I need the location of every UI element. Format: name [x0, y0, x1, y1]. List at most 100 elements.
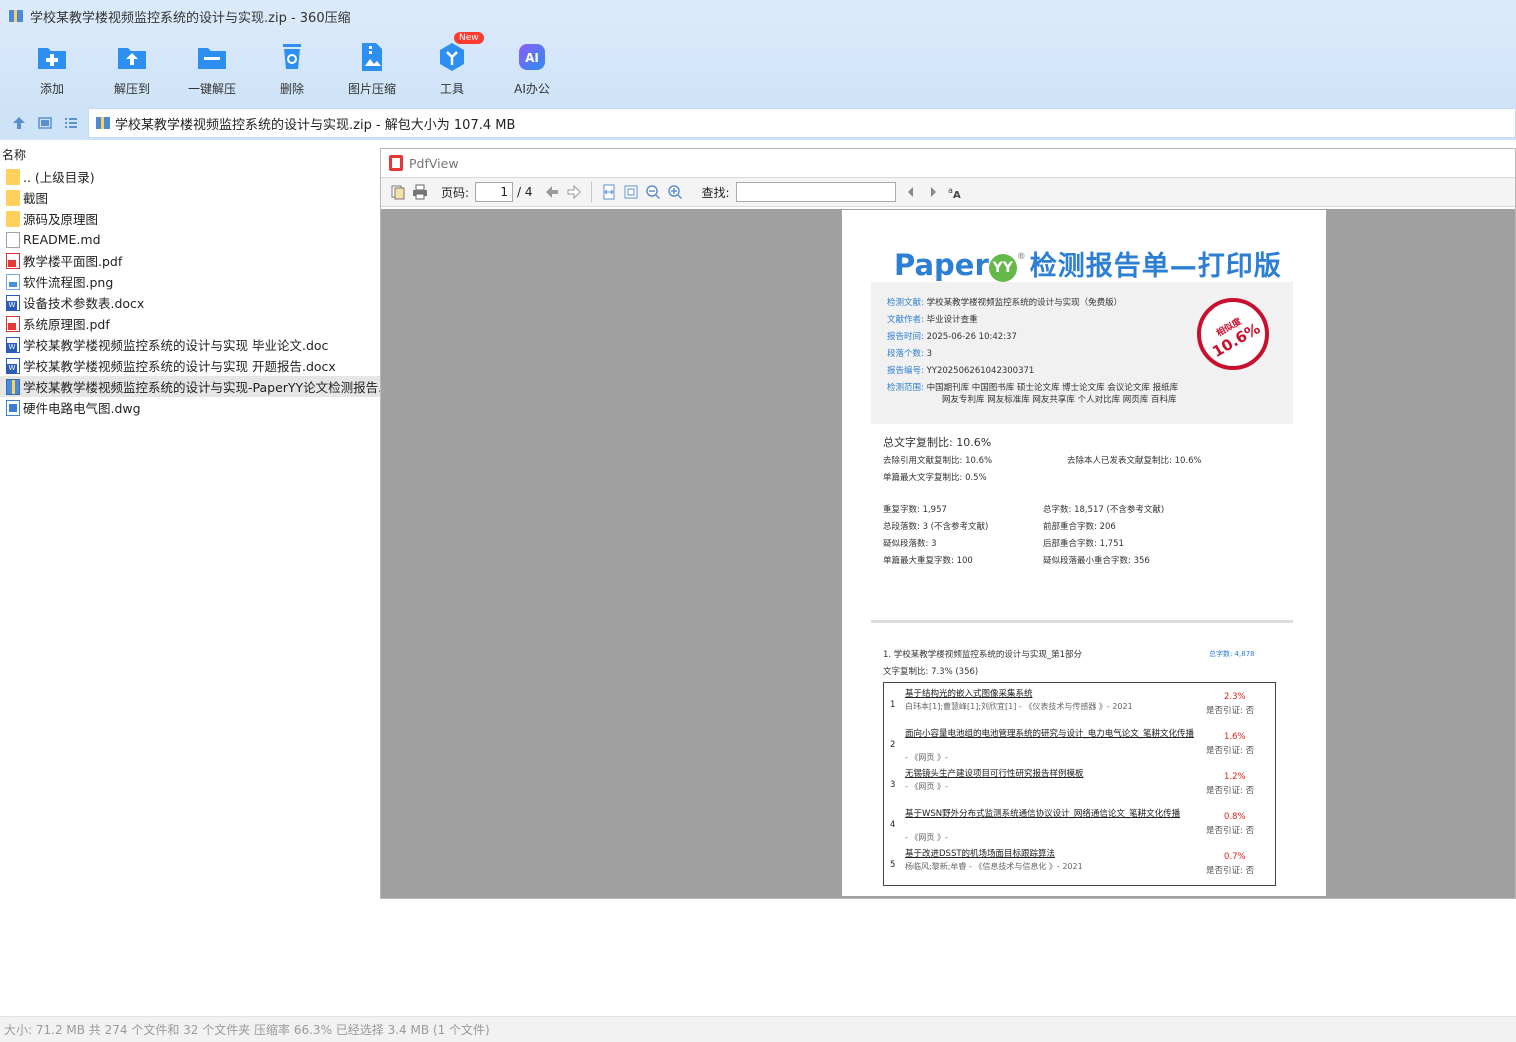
find-input[interactable] — [735, 182, 896, 202]
page-number-input[interactable]: 1 — [475, 182, 514, 202]
list-item[interactable]: 教学楼平面图.pdf — [0, 250, 380, 271]
similarity-seal: 相似度 10.6% — [1197, 298, 1269, 370]
cad-file-icon — [6, 399, 20, 416]
source-cite: 是否引证: 否 — [1206, 746, 1255, 756]
source-meta: - 《网页 》- — [905, 782, 948, 791]
report-info-box: 检测文献: 学校某教学楼视频监控系统的设计与实现（免费版） 文献作者: 毕业设计… — [871, 282, 1293, 424]
fit-width-icon[interactable] — [598, 181, 620, 203]
delete-button[interactable]: 删除 — [252, 36, 332, 98]
match-case-icon[interactable]: aA — [944, 181, 966, 203]
window-title: 学校某教学楼视频监控系统的设计与实现.zip - 360压缩 — [30, 10, 351, 26]
top-area: 学校某教学楼视频监控系统的设计与实现.zip - 360压缩 添加 解压到 一键… — [0, 0, 1516, 106]
folder-icon — [6, 189, 20, 206]
stat-right: 后部重合字数: 1,751 — [1043, 539, 1124, 549]
extract-to-button[interactable]: 解压到 — [92, 36, 172, 98]
source-number: 1 — [890, 700, 896, 710]
find-next-icon[interactable] — [922, 181, 944, 203]
stat-left: 疑似段落数: 3 — [883, 539, 937, 549]
info-key: 检测文献: — [887, 298, 924, 308]
source-title: 基于改进DSST的机场场面目标跟踪算法 — [905, 849, 1056, 859]
extract-to-icon — [115, 40, 149, 74]
info-range-line2: 网友专利库 网友标准库 网友共享库 个人对比库 网页库 百科库 — [942, 395, 1177, 405]
zoom-in-icon[interactable] — [664, 181, 686, 203]
ratio-max-single: 单篇最大文字复制比: 0.5% — [883, 473, 987, 483]
list-item[interactable]: README.md — [0, 229, 380, 250]
info-value: 中国期刊库 中国图书库 硕士论文库 博士论文库 会议论文库 报纸库 — [926, 383, 1179, 393]
source-item: 2 面向小容量电池组的电池管理系统的研究与设计_电力电气论文_笔耕文化传播 - … — [884, 726, 1277, 766]
ratio-excl-self: 去除本人已发表文献复制比: 10.6% — [1067, 456, 1202, 466]
info-key: 报告编号: — [887, 366, 924, 376]
info-value: 3 — [926, 349, 932, 359]
info-value: 学校某教学楼视频监控系统的设计与实现（免费版） — [926, 298, 1123, 308]
source-item: 4 基于WSN野外分布式监测系统通信协议设计_网络通信论文_笔耕文化传播 - 《… — [884, 806, 1277, 846]
name-column-header[interactable]: 名称 — [0, 144, 380, 166]
pdf-app-icon — [389, 155, 403, 171]
list-item[interactable]: 软件流程图.png — [0, 271, 380, 292]
next-page-icon[interactable] — [563, 181, 585, 203]
stat-right: 疑似段落最小重合字数: 356 — [1043, 556, 1150, 566]
add-button[interactable]: 添加 — [12, 36, 92, 98]
total-copy-ratio: 总文字复制比: 10.6% — [883, 436, 992, 449]
info-key: 文献作者: — [887, 315, 924, 325]
section-title: 1. 学校某教学楼视频监控系统的设计与实现_第1部分 — [883, 650, 1082, 660]
word-file-icon — [6, 294, 20, 311]
image-compress-label: 图片压缩 — [347, 82, 396, 96]
zip-archive-icon — [95, 115, 111, 131]
tools-label: 工具 — [439, 82, 464, 96]
up-level-icon[interactable] — [6, 110, 32, 136]
tools-button[interactable]: 工具 — [412, 36, 492, 98]
zoom-out-icon[interactable] — [642, 181, 664, 203]
similar-sources-box: 1 基于结构光的嵌入式图像采集系统 白玮本[1];曹慧峰[1];刘欣宜[1] -… — [883, 682, 1276, 886]
pdf-toolbar: 页码: 1 / 4 查找: aA — [381, 177, 1515, 207]
file-name: 源码及原理图 — [23, 212, 99, 227]
pdf-page: Paper YY® 检测报告单—打印版 检测文献: 学校某教学楼视频监控系统的设计与… — [842, 210, 1326, 896]
info-value: 毕业设计查重 — [926, 315, 978, 325]
logo-text: Paper — [894, 248, 989, 282]
pdf-page-area[interactable]: Paper YY® 检测报告单—打印版 检测文献: 学校某教学楼视频监控系统的设计与… — [381, 209, 1515, 898]
info-row: 检测文献: 学校某教学楼视频监控系统的设计与实现（免费版） — [887, 296, 1122, 308]
document-icon — [6, 231, 20, 248]
section-divider — [871, 620, 1293, 623]
list-item[interactable]: 学校某教学楼视频监控系统的设计与实现 开题报告.docx — [0, 355, 380, 376]
list-item[interactable]: 设备技术参数表.docx — [0, 292, 380, 313]
list-item-selected[interactable]: 学校某教学楼视频监控系统的设计与实现-PaperYY论文检测报告.zip — [0, 376, 380, 397]
ratio-excl-cite: 去除引用文献复制比: 10.6% — [883, 456, 993, 466]
source-title: 基于结构光的嵌入式图像采集系统 — [905, 689, 1033, 699]
toolbar: 添加 解压到 一键解压 删除 图片压缩 工具 AI AI办公 — [12, 36, 572, 102]
file-name: 系统原理图.pdf — [23, 317, 110, 332]
image-compress-button[interactable]: 图片压缩 — [332, 36, 412, 98]
find-previous-icon[interactable] — [900, 181, 922, 203]
list-item[interactable]: 硬件电路电气图.dwg — [0, 397, 380, 418]
logo-mark: YY — [988, 254, 1017, 282]
info-row: 报告编号: YY202506261042300371 — [887, 364, 1034, 376]
source-percent: 0.7% — [1224, 852, 1246, 862]
toolbar-separator — [590, 182, 592, 202]
copy-icon[interactable] — [387, 181, 409, 203]
info-row: 文献作者: 毕业设计查重 — [887, 313, 978, 325]
list-item[interactable]: 截图 — [0, 187, 380, 208]
source-percent: 0.8% — [1224, 812, 1246, 822]
title-bar: 学校某教学楼视频监控系统的设计与实现.zip - 360压缩 — [0, 0, 1516, 32]
pdfview-title-bar: PdfView — [381, 149, 1515, 177]
info-key: 段落个数: — [887, 349, 924, 359]
thumbnail-view-icon[interactable] — [32, 110, 58, 136]
list-item[interactable]: 学校某教学楼视频监控系统的设计与实现 毕业论文.doc — [0, 334, 380, 355]
ai-office-label: AI办公 — [514, 82, 550, 96]
source-meta: - 《网页 》- — [905, 753, 948, 762]
delete-label: 删除 — [279, 82, 304, 96]
path-field[interactable]: 学校某教学楼视频监控系统的设计与实现.zip - 解包大小为 107.4 MB — [88, 108, 1516, 138]
stat-right: 前部重合字数: 206 — [1043, 522, 1116, 532]
list-item[interactable]: 系统原理图.pdf — [0, 313, 380, 334]
svg-text:AI: AI — [525, 51, 539, 65]
print-icon[interactable] — [409, 181, 431, 203]
source-title: 无锡镜头生产建设项目可行性研究报告样例模板 — [905, 769, 1084, 779]
list-item[interactable]: 源码及原理图 — [0, 208, 380, 229]
previous-page-icon[interactable] — [541, 181, 563, 203]
list-item[interactable]: .. (上级目录) — [0, 166, 380, 187]
ai-office-button[interactable]: AI AI办公 — [492, 36, 572, 98]
list-view-icon[interactable] — [58, 110, 84, 136]
one-click-extract-button[interactable]: 一键解压 — [172, 36, 252, 98]
fit-page-icon[interactable] — [620, 181, 642, 203]
stat-right: 总字数: 18,517 (不含参考文献) — [1043, 505, 1165, 515]
address-bar: 学校某教学楼视频监控系统的设计与实现.zip - 解包大小为 107.4 MB — [0, 106, 1516, 140]
